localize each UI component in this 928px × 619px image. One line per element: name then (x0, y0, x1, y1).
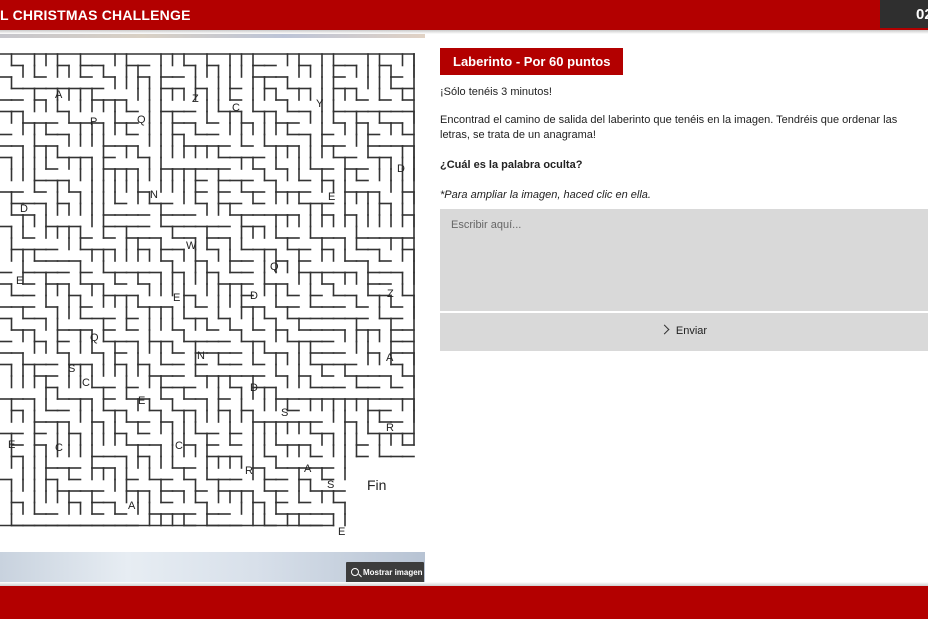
maze-letter: P (90, 116, 97, 128)
maze-letter: C (55, 442, 63, 454)
top-bar: L CHRISTMAS CHALLENGE 02 (0, 0, 928, 30)
maze-letter: W (186, 240, 197, 252)
photo-strip (0, 34, 425, 38)
footer-bar (0, 586, 928, 619)
maze-letter: S (68, 363, 75, 375)
submit-button[interactable]: Enviar (440, 313, 928, 351)
maze-letter: Q (90, 332, 99, 344)
chevron-right-icon (659, 324, 670, 335)
maze-letter: C (232, 102, 240, 114)
maze-end-label: Fin (367, 477, 386, 493)
time-note: ¡Sólo tenéis 3 minutos! (440, 86, 552, 98)
maze-letter: E (8, 439, 15, 451)
countdown-timer: 02 (880, 0, 928, 28)
maze-letter: E (328, 191, 335, 203)
maze-letter: E (16, 275, 23, 287)
maze-letter: C (82, 377, 90, 389)
maze-letter: S (281, 407, 288, 419)
maze-letter: E (173, 292, 180, 304)
maze-letter: Q (137, 114, 146, 126)
zoom-icon (351, 568, 359, 576)
answer-input[interactable] (440, 209, 928, 311)
maze-letter: A (128, 500, 136, 512)
maze-letter: Z (387, 288, 394, 300)
maze-letter: R (245, 465, 253, 477)
maze-letter: N (150, 189, 158, 201)
maze-letter: Z (192, 93, 199, 105)
maze-letter: D (250, 382, 258, 394)
maze-letter: E (138, 395, 145, 407)
maze-letter: D (397, 163, 405, 175)
maze-letter: R (386, 422, 394, 434)
submit-label: Enviar (675, 325, 708, 337)
maze-letter: N (197, 350, 205, 362)
maze-image-panel[interactable]: APQZCYDNEDWQEEDZQNASCDESRECCRASAE Fin Mo… (0, 34, 425, 586)
maze-letter: S (327, 479, 334, 491)
maze-letter: Y (316, 98, 324, 110)
question: ¿Cuál es la palabra oculta? (440, 159, 583, 171)
maze-letter: A (55, 89, 63, 101)
show-image-button[interactable]: Mostrar imagen (346, 562, 424, 584)
maze-letter: A (304, 463, 312, 475)
app-title: L CHRISTMAS CHALLENGE (0, 7, 191, 23)
maze-letter: C (175, 440, 183, 452)
maze-letter: Q (270, 261, 279, 273)
maze-image[interactable]: AP QZC YDN EDWQEE D ZQN ASC DESRE C CR ASAE Fin (0, 48, 425, 548)
maze-letter: E (338, 526, 345, 538)
show-image-label: Mostrar imagen (363, 568, 423, 577)
instructions: Encontrad el camino de salida del laberi… (440, 114, 898, 141)
enlarge-hint: *Para ampliar la imagen, haced clic en e… (440, 189, 651, 201)
maze-letter: D (20, 203, 28, 215)
maze-letter: A (386, 352, 394, 364)
maze-letter: D (250, 290, 258, 302)
challenge-badge: Laberinto - Por 60 puntos (440, 48, 624, 75)
challenge-panel: Laberinto - Por 60 puntos ¡Sólo tenéis 3… (440, 48, 928, 351)
